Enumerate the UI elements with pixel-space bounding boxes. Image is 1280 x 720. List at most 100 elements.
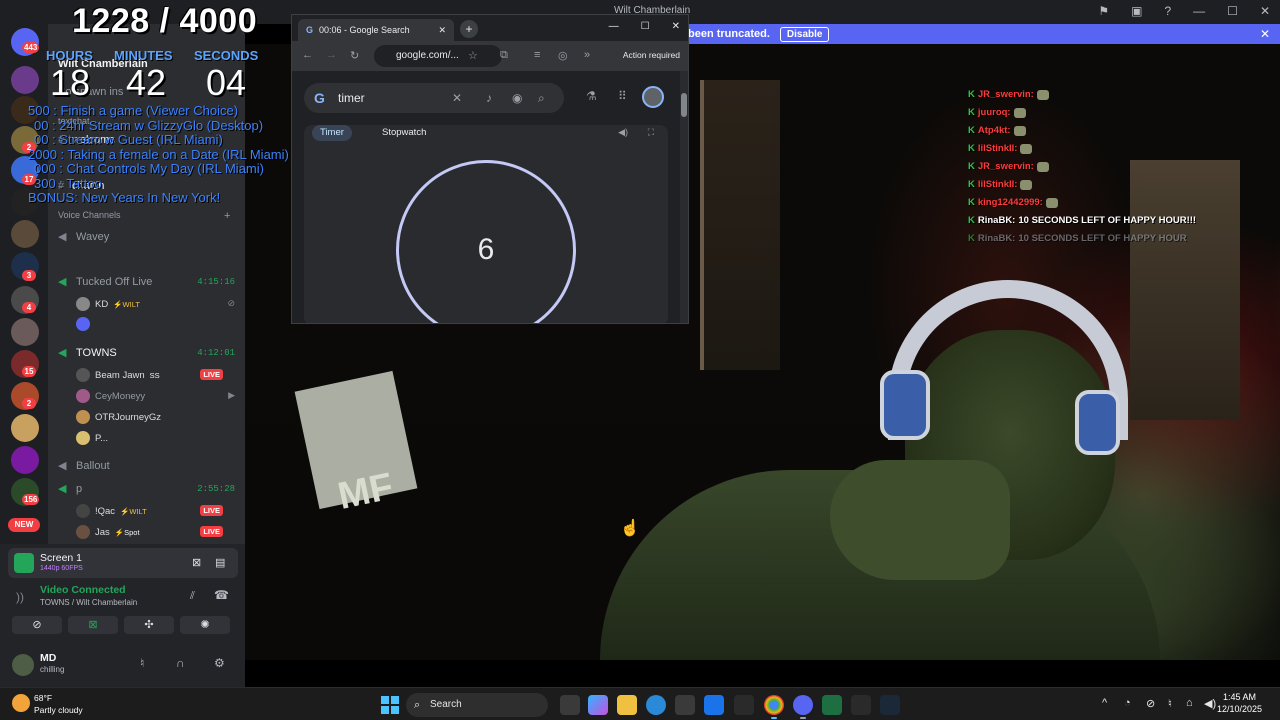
copilot-icon[interactable]	[588, 695, 608, 715]
fullscreen-icon[interactable]: ⛶	[648, 127, 654, 138]
app-icon[interactable]	[851, 695, 871, 715]
tab-timer[interactable]: Timer	[312, 125, 352, 141]
voice-user[interactable]: !Qac ⚡WILT	[76, 504, 147, 518]
media-icon[interactable]: ≡	[534, 49, 540, 61]
help-icon[interactable]: ?	[1164, 4, 1171, 18]
add-channel-icon[interactable]: +	[224, 210, 230, 222]
headset-icon[interactable]: ∩	[176, 656, 185, 670]
excel-icon[interactable]	[822, 695, 842, 715]
minimize-icon[interactable]: —	[609, 21, 619, 32]
disable-button[interactable]: Disable	[779, 26, 830, 42]
maximize-icon[interactable]: ☐	[1227, 4, 1238, 18]
address-bar[interactable]: google.com/...	[374, 45, 502, 67]
voice-user[interactable]: CeyMoneyy	[76, 389, 145, 403]
server-icon[interactable]	[11, 66, 39, 94]
screen-share-button[interactable]: ⊠	[68, 616, 118, 634]
account-icon[interactable]: ◎	[558, 49, 568, 62]
mic-icon[interactable]: ♪	[486, 83, 492, 113]
voice-user[interactable]: P...	[76, 431, 108, 445]
close-icon[interactable]: ✕	[672, 21, 680, 32]
clock-time[interactable]: 1:45 AM	[1223, 692, 1256, 702]
extensions-icon[interactable]: ⧉	[500, 49, 508, 62]
store-icon[interactable]	[675, 695, 695, 715]
lens-icon[interactable]: ◉	[512, 83, 522, 113]
new-badge[interactable]: NEW	[8, 518, 40, 532]
sound-icon[interactable]: ◀)	[618, 127, 628, 138]
reload-icon[interactable]: ↻	[350, 49, 359, 62]
browser-tab[interactable]: G 00:06 - Google Search ✕	[298, 19, 454, 41]
bookmark-icon[interactable]: ☆	[468, 49, 478, 62]
labs-icon[interactable]: ⚗	[586, 89, 597, 103]
voice-channel-ballout[interactable]: ◀ Ballout	[58, 459, 110, 472]
voice-channel-tucked[interactable]: ◀ Tucked Off Live	[58, 275, 152, 288]
server-icon[interactable]	[11, 446, 39, 474]
tray-app-icon[interactable]: ⊘	[1146, 697, 1155, 710]
voice-channel-towns[interactable]: ◀ TOWNS	[58, 346, 117, 359]
action-required-button[interactable]: Action required	[623, 50, 680, 60]
close-icon[interactable]: ✕	[1260, 4, 1270, 18]
volume-icon[interactable]: ◀)	[1204, 697, 1216, 710]
file-explorer-icon[interactable]	[617, 695, 637, 715]
more-tools-icon[interactable]: »	[584, 49, 590, 61]
scrollbar-thumb[interactable]	[681, 93, 687, 117]
clock-date[interactable]: 12/10/2025	[1217, 704, 1262, 714]
server-icon[interactable]	[11, 318, 39, 346]
voice-user[interactable]	[76, 317, 90, 331]
voice-channel-p[interactable]: ◀ p	[58, 482, 82, 495]
screen-share-card[interactable]: Screen 1 1440p 60FPS ⊠ ▤	[8, 548, 238, 578]
banner-close-icon[interactable]: ✕	[1260, 27, 1270, 41]
tab-stopwatch[interactable]: Stopwatch	[374, 125, 434, 141]
tab-close-icon[interactable]: ✕	[438, 25, 446, 36]
inbox-icon[interactable]: ⚑	[1098, 4, 1109, 18]
weather-description[interactable]: Partly cloudy	[34, 705, 83, 715]
steam-icon[interactable]	[880, 695, 900, 715]
activities-button[interactable]: ✣	[124, 616, 174, 634]
disconnect-icon[interactable]: ☎	[214, 588, 229, 602]
clear-icon[interactable]: ✕	[452, 83, 462, 113]
voice-channel-wavey[interactable]: ◀ Wavey	[58, 230, 109, 243]
soundboard-button[interactable]: ✺	[180, 616, 230, 634]
noise-suppression-icon[interactable]: ⫽	[190, 590, 195, 603]
camera-off-button[interactable]: ⊘	[12, 616, 62, 634]
voice-user[interactable]: Beam Jawn SS	[76, 368, 160, 382]
microphone-icon[interactable]: ♮	[1168, 697, 1172, 710]
video-connected-status[interactable]: Video Connected	[40, 584, 126, 596]
minimize-icon[interactable]: —	[1193, 4, 1205, 18]
profile-avatar[interactable]	[642, 86, 664, 108]
show-hidden-icons[interactable]: ^	[1102, 697, 1107, 709]
new-tab-button[interactable]: +	[460, 20, 478, 38]
start-icon[interactable]	[381, 696, 399, 714]
tray-app-icon[interactable]: ◔	[1124, 697, 1131, 709]
server-icon[interactable]	[11, 220, 39, 248]
forward-icon[interactable]: →	[326, 49, 337, 61]
maximize-icon[interactable]: ☐	[641, 21, 650, 32]
weather-temp[interactable]: 68°F	[34, 693, 52, 703]
stream-settings-icon[interactable]: ▤	[215, 556, 225, 569]
microphone-icon[interactable]: ♮	[140, 656, 144, 670]
voice-user[interactable]: OTRJourneyGz	[76, 410, 161, 424]
apps-grid-icon[interactable]: ⠿	[618, 89, 627, 103]
server-icon[interactable]	[11, 414, 39, 442]
voice-category[interactable]: Voice Channels	[58, 210, 121, 220]
screen-icon[interactable]: ▣	[1131, 4, 1142, 18]
taskbar-search[interactable]: ⌕ Search	[406, 693, 548, 717]
mail-icon[interactable]	[704, 695, 724, 715]
task-view-icon[interactable]	[560, 695, 580, 715]
search-box[interactable]: G timer ✕ ♪ ◉ ⌕	[304, 83, 564, 113]
chrome-icon[interactable]	[764, 695, 784, 715]
signal-icon[interactable]: ))	[16, 590, 24, 604]
avatar[interactable]	[12, 654, 34, 676]
voice-user[interactable]: Jas ⚡Spot	[76, 525, 140, 539]
weather-icon[interactable]	[12, 694, 30, 712]
username[interactable]: MD	[40, 652, 56, 664]
scrollbar[interactable]	[680, 71, 688, 323]
search-icon[interactable]: ⌕	[538, 83, 545, 113]
edge-icon[interactable]	[646, 695, 666, 715]
back-icon[interactable]: ←	[302, 49, 313, 61]
snipping-tool-icon[interactable]	[734, 695, 754, 715]
network-icon[interactable]: ⌂	[1186, 697, 1193, 709]
user-settings-icon[interactable]: ⚙	[214, 656, 225, 670]
discord-icon[interactable]	[793, 695, 813, 715]
stop-share-icon[interactable]: ⊠	[192, 556, 201, 569]
voice-user[interactable]: KD ⚡WILT	[76, 297, 140, 311]
